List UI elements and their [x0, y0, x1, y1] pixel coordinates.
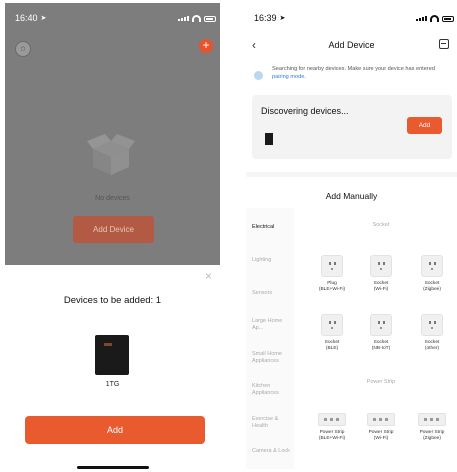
- devices-to-add-sheet: × Devices to be added: 1 1TG Add: [5, 265, 220, 469]
- socket-icon: [370, 314, 392, 336]
- device-power-strip-ble-wifi[interactable]: Power Strip (BLE+Wi-Fi): [308, 413, 356, 442]
- power-strip-icon: [418, 413, 446, 426]
- sidebar-item-sensors[interactable]: Sensors: [252, 290, 272, 297]
- device-socket-zigbee[interactable]: Socket (Zigbee): [408, 255, 456, 293]
- device-label-line2: (BLE+Wi-Fi): [318, 436, 346, 441]
- avatar-icon[interactable]: ▢: [15, 41, 31, 57]
- home-indicator: [77, 466, 149, 469]
- device-socket-other[interactable]: Socket (other): [408, 314, 456, 352]
- discovering-title: Discovering devices...: [261, 106, 349, 116]
- sidebar-item-kitchen[interactable]: Kitchen Appliances: [252, 383, 292, 397]
- device-socket-nbiot[interactable]: Socket (NB-IoT): [357, 314, 405, 352]
- device-power-strip-zigbee[interactable]: Power Strip (Zigbee): [408, 413, 456, 442]
- battery-icon: [442, 15, 454, 22]
- sidebar-item-exercise[interactable]: Exercise & Health: [252, 416, 292, 430]
- device-label-line2: (Wi-Fi): [373, 436, 389, 441]
- device-label-line2: (Zigbee): [423, 287, 441, 292]
- sidebar-item-large-home[interactable]: Large Home Ap...: [252, 318, 292, 332]
- sheet-title: Devices to be added: 1: [63, 295, 162, 306]
- signal-icon: [178, 16, 189, 21]
- wifi-icon: [430, 15, 439, 22]
- socket-icon: [321, 314, 343, 336]
- device-label-line2: (other): [424, 346, 440, 351]
- sidebar-item-lighting[interactable]: Lighting: [252, 257, 271, 264]
- power-strip-icon: [318, 413, 346, 426]
- location-arrow-icon: ➤: [279, 15, 286, 22]
- signal-icon: [416, 16, 427, 21]
- section-socket: Socket: [372, 222, 390, 228]
- device-label-line2: (NB-IoT): [371, 346, 391, 351]
- search-status-text: Searching for nearby devices. Make sure …: [272, 66, 435, 72]
- device-name: 1TG: [105, 381, 120, 388]
- socket-icon: [370, 255, 392, 277]
- device-label-line2: (BLE+Wi-Fi): [318, 287, 346, 292]
- search-status: Searching for nearby devices. Make sure …: [246, 63, 457, 89]
- search-status-end: .: [304, 73, 306, 80]
- page-title: Add Device: [328, 40, 375, 50]
- section-power-strip: Power Strip: [366, 379, 396, 385]
- device-plug-ble-wifi[interactable]: Plug (BLE+Wi-Fi): [308, 255, 356, 293]
- sidebar-item-small-home[interactable]: Small Home Appliances: [252, 351, 292, 365]
- device-socket-ble[interactable]: Socket (BLE): [308, 314, 356, 352]
- socket-icon: [321, 255, 343, 277]
- sidebar-item-camera-lock[interactable]: Camera & Lock: [252, 448, 292, 455]
- battery-icon: [204, 15, 216, 22]
- add-button[interactable]: Add: [25, 416, 205, 444]
- no-devices-label: No devices: [95, 195, 130, 202]
- socket-icon: [421, 314, 443, 336]
- location-arrow-icon: ➤: [40, 15, 47, 22]
- bluetooth-icon: [254, 71, 263, 80]
- power-strip-icon: [367, 413, 395, 426]
- wifi-icon: [192, 15, 201, 22]
- status-bar-time: 16:40 ➤: [15, 13, 47, 23]
- pairing-mode-link[interactable]: pairing mode: [272, 74, 304, 80]
- status-bar-time: 16:39 ➤: [254, 13, 286, 23]
- device-label-line2: (Wi-Fi): [373, 287, 389, 292]
- right-phone-screen: 16:39 ➤ ‹ Add Device Searching for nearb…: [246, 3, 457, 469]
- scan-icon[interactable]: [439, 39, 449, 49]
- sidebar-item-electrical[interactable]: Electrical: [252, 224, 274, 231]
- device-socket-wifi[interactable]: Socket (Wi-Fi): [357, 255, 405, 293]
- add-device-button[interactable]: Add Device: [73, 216, 154, 243]
- device-label-line2: (Zigbee): [423, 436, 441, 441]
- discovered-device-image: [265, 133, 273, 145]
- discovering-card: Discovering devices... Add: [252, 95, 452, 159]
- status-bar-icons: [416, 15, 454, 22]
- category-sidebar: Electrical Lighting Sensors Large Home A…: [246, 208, 294, 469]
- device-image: [95, 335, 129, 375]
- status-bar-icons: [178, 15, 216, 22]
- add-manually-title: Add Manually: [325, 191, 378, 201]
- close-icon[interactable]: ×: [205, 269, 212, 283]
- socket-icon: [421, 255, 443, 277]
- device-power-strip-wifi[interactable]: Power Strip (Wi-Fi): [357, 413, 405, 442]
- plus-icon[interactable]: +: [199, 39, 213, 53]
- box-icon: [87, 134, 135, 175]
- left-phone-screen: 16:40 ➤ ▢ + No devices Add Device × Devi…: [5, 3, 220, 469]
- add-discovered-button[interactable]: Add: [407, 117, 442, 134]
- divider: [246, 172, 457, 177]
- device-label-line2: (BLE): [325, 346, 339, 351]
